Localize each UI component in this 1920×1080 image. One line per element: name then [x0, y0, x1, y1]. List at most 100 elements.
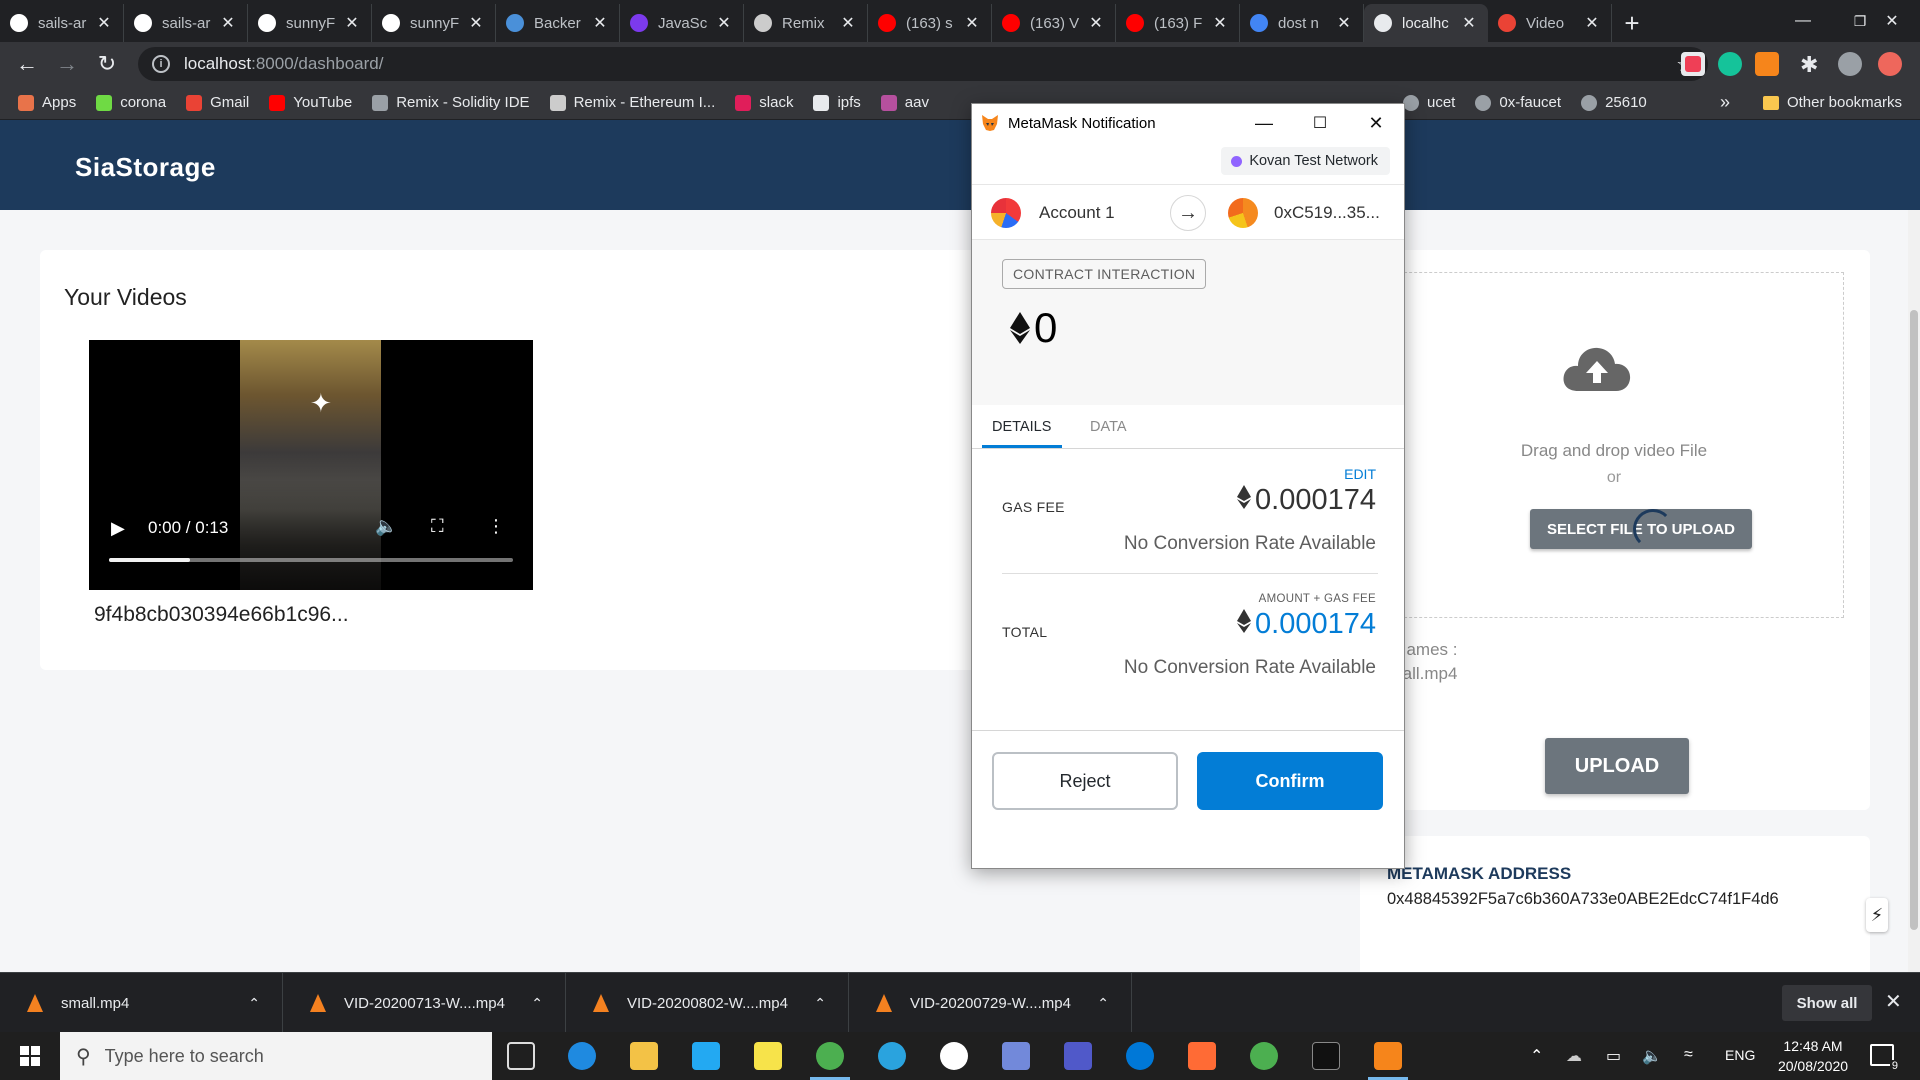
to-address[interactable]: 0xC519...35... [1274, 203, 1380, 223]
bookmark-item[interactable]: corona [96, 94, 166, 111]
browser-tab[interactable]: sunnyF ✕ [372, 4, 496, 42]
file-explorer-icon[interactable] [630, 1042, 658, 1070]
fullscreen-icon[interactable]: ⛶ [431, 516, 444, 537]
browser-tab[interactable]: sails-ar ✕ [124, 4, 248, 42]
other-bookmarks[interactable]: Other bookmarks [1762, 94, 1902, 111]
video-player[interactable]: ✦ ▶ 0:00 / 0:13 🔈 ⛶ ⋮ [89, 340, 533, 590]
update-icon[interactable] [1878, 52, 1902, 76]
bookmark-item[interactable]: Gmail [186, 94, 249, 111]
clock-time[interactable]: 12:48 AM [1777, 1038, 1849, 1054]
lightning-icon[interactable]: ⚡ [1866, 898, 1888, 932]
dropzone[interactable]: Drag and drop video File or SELECT FILE … [1384, 272, 1844, 618]
vscode-icon[interactable] [692, 1042, 720, 1070]
task-view-icon[interactable] [507, 1042, 535, 1070]
taskbar-search[interactable]: ⚲ Type here to search [60, 1032, 492, 1080]
bookmark-item[interactable]: slack [735, 94, 793, 111]
download-item[interactable]: VID-20200713-W....mp4 ⌃ [283, 973, 566, 1033]
video-name[interactable]: 9f4b8cb030394e66b1c96... [94, 603, 349, 627]
browser-tab[interactable]: sails-ar ✕ [0, 4, 124, 42]
browser-tab[interactable]: Remix ✕ [744, 4, 868, 42]
bookmark-item[interactable]: ucet [1403, 94, 1455, 111]
telegram-icon[interactable] [878, 1042, 906, 1070]
browser-tab[interactable]: sunnyF ✕ [248, 4, 372, 42]
bookmark-item[interactable]: aav [880, 94, 929, 111]
postman-icon[interactable] [1188, 1042, 1216, 1070]
browser-tab[interactable]: Video ✕ [1488, 4, 1612, 42]
chrome-icon[interactable] [1250, 1042, 1278, 1070]
metamask-taskbar-icon[interactable] [1374, 1042, 1402, 1070]
terminal-icon[interactable] [1312, 1042, 1340, 1070]
close-tab-icon[interactable]: ✕ [1211, 13, 1229, 33]
bookmark-item[interactable]: YouTube [269, 94, 352, 111]
clock-date[interactable]: 20/08/2020 [1767, 1058, 1859, 1074]
close-tab-icon[interactable]: ✕ [963, 13, 981, 33]
close-downloads-icon[interactable]: ✕ [1885, 989, 1902, 1014]
browser-tab[interactable]: (163) V ✕ [992, 4, 1116, 42]
teams-icon[interactable] [1064, 1042, 1092, 1070]
from-account-name[interactable]: Account 1 [1039, 203, 1115, 223]
scrollbar-thumb[interactable] [1910, 310, 1918, 930]
close-tab-icon[interactable]: ✕ [467, 13, 485, 33]
metamask-minimize-icon[interactable]: — [1236, 104, 1292, 142]
video-progress-bar[interactable] [109, 558, 513, 562]
more-bookmarks-icon[interactable]: » [1720, 92, 1730, 113]
edge-icon[interactable] [568, 1042, 596, 1070]
profile-avatar[interactable] [1838, 52, 1862, 76]
metamask-extension-icon[interactable] [1755, 52, 1779, 76]
tab-details[interactable]: DETAILS [992, 419, 1051, 435]
reload-icon[interactable]: ↻ [87, 46, 127, 82]
bookmark-item[interactable]: 25610 [1581, 94, 1647, 111]
chrome-icon[interactable] [816, 1042, 844, 1070]
browser-tab[interactable]: localhc ✕ [1364, 4, 1488, 42]
language-indicator[interactable]: ENG [1725, 1047, 1755, 1063]
close-tab-icon[interactable]: ✕ [95, 13, 113, 33]
network-indicator[interactable]: Kovan Test Network [1221, 147, 1390, 175]
notifications-icon[interactable]: 9 [1870, 1044, 1900, 1072]
download-item[interactable]: VID-20200729-W....mp4 ⌃ [849, 973, 1132, 1033]
chevron-up-icon[interactable]: ⌃ [1530, 1046, 1543, 1066]
close-tab-icon[interactable]: ✕ [219, 13, 237, 33]
download-item[interactable]: small.mp4 ⌃ [0, 973, 283, 1033]
browser-tab[interactable]: JavaSc ✕ [620, 4, 744, 42]
bookmark-item[interactable]: Remix - Solidity IDE [372, 94, 530, 111]
metamask-close-icon[interactable]: ✕ [1348, 104, 1404, 142]
battery-icon[interactable]: ▭ [1606, 1046, 1621, 1066]
close-tab-icon[interactable]: ✕ [839, 13, 857, 33]
site-info-icon[interactable]: i [152, 55, 170, 73]
close-tab-icon[interactable]: ✕ [715, 13, 733, 33]
play-icon[interactable]: ▶ [111, 518, 125, 539]
maps-icon[interactable] [1126, 1042, 1154, 1070]
close-tab-icon[interactable]: ✕ [1335, 13, 1353, 33]
pocket-extension-icon[interactable] [1681, 52, 1705, 76]
edit-gas-link[interactable]: EDIT [1344, 466, 1376, 482]
chevron-up-icon[interactable]: ⌃ [814, 995, 826, 1012]
browser-tab[interactable]: dost n ✕ [1240, 4, 1364, 42]
new-tab-button[interactable]: + [1612, 4, 1652, 42]
site-brand[interactable]: SiaStorage [75, 152, 216, 183]
page-scrollbar[interactable] [1908, 210, 1920, 972]
bookmark-item[interactable]: Remix - Ethereum I... [549, 94, 715, 111]
close-window-icon[interactable]: ✕ [1864, 0, 1920, 42]
upload-button[interactable]: UPLOAD [1545, 738, 1689, 794]
close-tab-icon[interactable]: ✕ [343, 13, 361, 33]
more-options-icon[interactable]: ⋮ [487, 516, 505, 537]
sticky-notes-icon[interactable] [754, 1042, 782, 1070]
grammarly-extension-icon[interactable] [1718, 52, 1742, 76]
close-tab-icon[interactable]: ✕ [1087, 13, 1105, 33]
back-icon[interactable]: ← [7, 46, 47, 82]
forward-icon[interactable]: → [47, 46, 87, 82]
volume-icon[interactable]: 🔈 [375, 516, 397, 537]
download-item[interactable]: VID-20200802-W....mp4 ⌃ [566, 973, 849, 1033]
confirm-button[interactable]: Confirm [1197, 752, 1383, 810]
show-all-downloads-button[interactable]: Show all [1782, 985, 1872, 1021]
close-tab-icon[interactable]: ✕ [1583, 13, 1601, 33]
chevron-up-icon[interactable]: ⌃ [248, 995, 260, 1012]
browser-tab[interactable]: (163) s ✕ [868, 4, 992, 42]
windows-start-icon[interactable] [0, 1032, 60, 1080]
extensions-puzzle-icon[interactable]: ✱ [1800, 52, 1824, 77]
discord-icon[interactable] [1002, 1042, 1030, 1070]
bookmark-item[interactable]: ipfs [813, 94, 861, 111]
bookmark-item[interactable]: 0x-faucet [1475, 94, 1561, 111]
tab-data[interactable]: DATA [1090, 419, 1127, 435]
speaker-icon[interactable]: 🔈 [1642, 1046, 1662, 1066]
